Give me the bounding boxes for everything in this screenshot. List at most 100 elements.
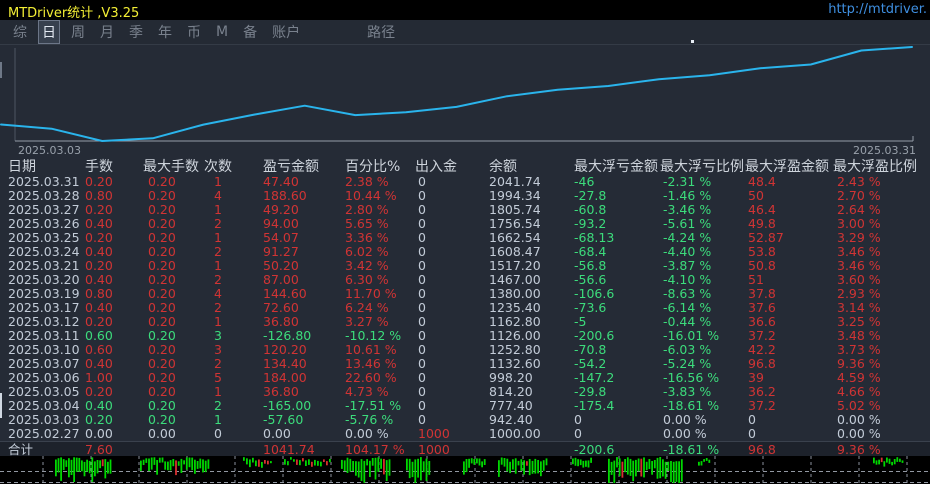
table-row[interactable]: 2025.03.17 0.40 0.20 2 72.60 6.24 % 0 1235.40 -7… [0,301,930,315]
site-link[interactable]: http://mtdriver. [828,2,927,17]
cell-pnl: 1041.74 [263,442,315,457]
cell-pnl: 94.00 [263,216,299,231]
cell-balance: 1252.80 [489,342,541,357]
cell-fl: -73.6 [574,300,607,315]
cell-max_lots: 0.20 [148,356,176,371]
cell-count: 1 [214,202,222,217]
menu-item-7[interactable]: 币 [184,21,204,43]
cell-fpp: 9.36 % [837,356,881,371]
cell-fp: 46.4 [748,202,776,217]
menu-item-9[interactable]: 备 [240,21,260,43]
column-header-6: 百分比% [345,159,401,175]
table-row[interactable]: 2025.03.26 0.40 0.20 2 94.00 5.65 % 0 1756.54 -9… [0,217,930,231]
cell-fp: 36.6 [748,314,776,329]
cell-flp: -18.61 % [663,442,720,457]
cell-date: 2025.03.11 [8,328,80,343]
menu-item-3[interactable]: 周 [68,21,88,43]
cell-max_lots: 0.20 [148,244,176,259]
menu-item-path[interactable]: 路径 [364,21,398,43]
cell-pnl_pct: 5.65 % [345,216,389,231]
cell-max_lots: 0.20 [148,230,176,245]
table-row[interactable]: 2025.03.10 0.60 0.20 3 120.20 10.61 % 0 1252.80… [0,343,930,357]
title-bar: MTDriver统计 ,V3.25 http://mtdriver. [0,0,930,21]
menu-item-2[interactable]: 日 [39,21,59,43]
cell-balance: 2041.74 [489,174,541,189]
cell-balance: 1000.00 [489,426,541,441]
cell-count: 1 [214,230,222,245]
table-row[interactable]: 2025.03.12 0.20 0.20 1 36.80 3.27 % 0 1162.80 -5… [0,315,930,329]
cell-cash: 0 [418,412,426,427]
table-row[interactable]: 2025.03.24 0.40 0.20 2 91.27 6.02 % 0 1608.47 -6… [0,245,930,259]
cell-flp: -16.56 % [663,370,720,385]
table-row[interactable]: 2025.03.04 0.40 0.20 2 -165.00 -17.51 % 0 777.4… [0,399,930,413]
column-header-4: 次数 [204,159,232,175]
cell-balance: 942.40 [489,412,533,427]
cell-fp: 96.8 [748,356,776,371]
column-header-11: 最大浮盈金额 [745,159,829,175]
cell-fpp: 4.59 % [837,370,881,385]
cell-flp: -5.24 % [663,356,712,371]
cell-count: 1 [214,314,222,329]
cell-fpp: 2.93 % [837,286,881,301]
menu-item-8[interactable]: M [213,23,231,41]
cell-pnl: -126.80 [263,328,312,343]
menu-item-6[interactable]: 年 [155,21,175,43]
cell-flp: -16.01 % [663,328,720,343]
table-row[interactable]: 2025.03.03 0.20 0.20 1 -57.60 -5.76 % 0 942.40 0… [0,413,930,427]
menu-item-5[interactable]: 季 [126,21,146,43]
cell-count: 1 [214,258,222,273]
table-row[interactable]: 2025.03.06 1.00 0.20 5 184.00 22.60 % 0 998.20 -… [0,371,930,385]
table-row[interactable]: 2025.02.27 0.00 0.00 0 0.00 0.00 % 1000 1000.00… [0,427,930,441]
cell-max_lots: 0.20 [148,412,176,427]
cell-fp: 37.2 [748,398,776,413]
cell-lots: 1.00 [85,370,113,385]
table-row[interactable]: 2025.03.20 0.40 0.20 2 87.00 6.30 % 0 1467.00 -5… [0,273,930,287]
scrollbar-fragment[interactable] [0,393,2,418]
cell-pnl: 49.20 [263,202,299,217]
table-row[interactable]: 2025.03.27 0.20 0.20 1 49.20 2.80 % 0 1805.74 -6… [0,203,930,217]
table-row[interactable]: 2025.03.28 0.80 0.20 4 188.60 10.44 % 0 1994.34… [0,189,930,203]
cell-pnl: 0.00 [263,426,291,441]
cell-cash: 0 [418,258,426,273]
table-row[interactable]: 2025.03.07 0.40 0.20 2 134.40 13.46 % 0 1132.60… [0,357,930,371]
cell-fpp: 2.70 % [837,188,881,203]
cell-fp: 0 [748,412,756,427]
cell-date: 2025.03.20 [8,272,80,287]
cell-date: 2025.03.21 [8,258,80,273]
cell-pnl_pct: -5.76 % [345,412,394,427]
column-header-10: 最大浮亏比例 [660,159,744,175]
cell-pnl: 36.80 [263,384,299,399]
menu-item-10[interactable]: 账户 [269,21,303,43]
cell-lots: 0.60 [85,328,113,343]
table-row[interactable]: 2025.03.11 0.60 0.20 3 -126.80 -10.12 % 0 1126.… [0,329,930,343]
cell-pnl_pct: 0.00 % [345,426,389,441]
cell-cash: 0 [418,202,426,217]
cell-count: 1 [214,174,222,189]
table-row[interactable]: 2025.03.19 0.80 0.20 4 144.60 11.70 % 0 1380.00… [0,287,930,301]
cell-fp: 48.4 [748,174,776,189]
cell-max_lots: 0.20 [148,188,176,203]
cell-fl: -29.8 [574,384,607,399]
menu-item-1[interactable]: 综 [10,21,30,43]
cell-pnl: -57.60 [263,412,304,427]
cell-fp: 52.87 [748,230,784,245]
cell-lots: 0.80 [85,188,113,203]
table-row[interactable]: 2025.03.25 0.20 0.20 1 54.07 3.36 % 0 1662.54 -6… [0,231,930,245]
cell-cash: 0 [418,300,426,315]
cell-cash: 0 [418,272,426,287]
column-header-8: 余额 [489,159,517,175]
cell-pnl: 120.20 [263,342,307,357]
cell-lots: 0.40 [85,356,113,371]
table-row[interactable]: 2025.03.05 0.20 0.20 1 36.80 4.73 % 0 814.20 -29… [0,385,930,399]
column-header-2: 手数 [85,159,113,175]
cell-balance: 1517.20 [489,258,541,273]
cell-date: 2025.03.10 [8,342,80,357]
menu-item-4[interactable]: 月 [97,21,117,43]
cell-pnl_pct: 10.44 % [345,188,397,203]
cell-count: 2 [214,244,222,259]
table-body: 2025.03.31 0.20 0.20 1 47.40 2.38 % 0 2041.74 -4… [0,175,930,441]
table-row[interactable]: 2025.03.21 0.20 0.20 1 50.20 3.42 % 0 1517.20 -5… [0,259,930,273]
cell-balance: 1235.40 [489,300,541,315]
table-row[interactable]: 2025.03.31 0.20 0.20 1 47.40 2.38 % 0 2041.74 -4… [0,175,930,189]
left-edge-fragment [0,62,2,78]
